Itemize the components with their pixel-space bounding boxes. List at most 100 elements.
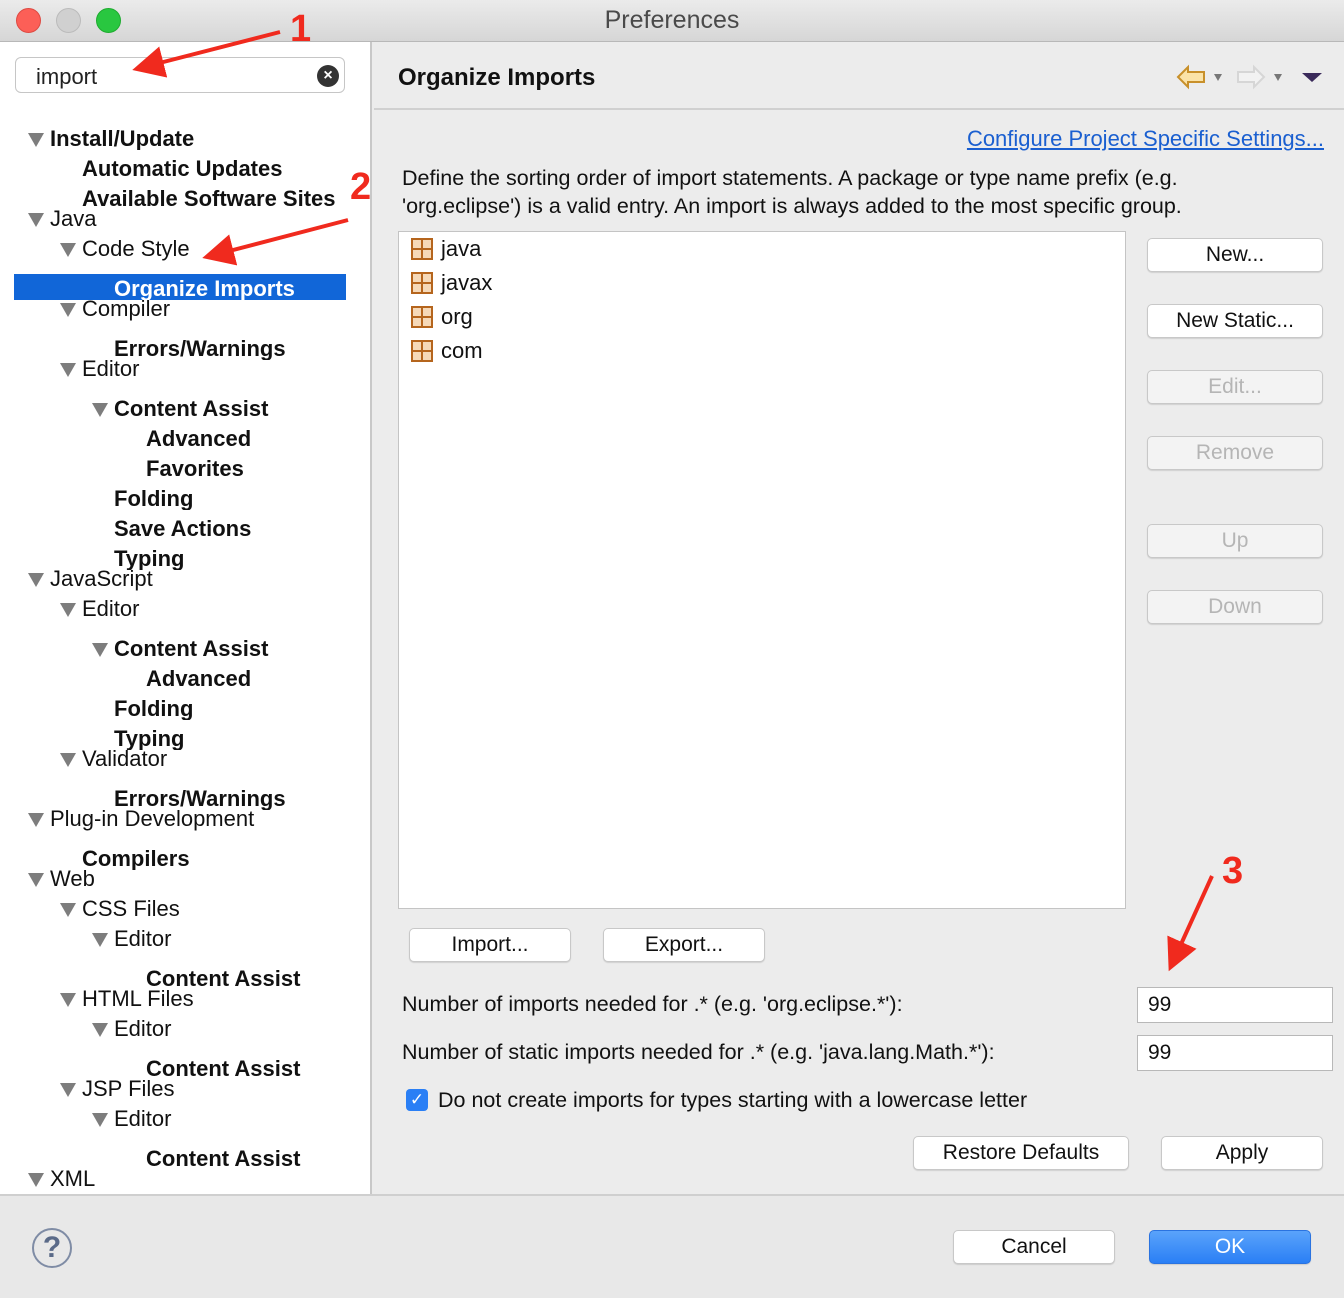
dialog-footer: ? Cancel OK [0, 1194, 1344, 1298]
expand-triangle-icon[interactable] [60, 753, 76, 767]
expand-triangle-icon[interactable] [60, 993, 76, 1007]
tree-item[interactable]: JSP Files [0, 1074, 370, 1104]
edit-button[interactable]: Edit... [1147, 370, 1323, 404]
tree-item[interactable]: Favorites [0, 454, 370, 480]
tree-item[interactable]: Validator [0, 744, 370, 774]
view-menu-icon[interactable] [1302, 73, 1322, 82]
restore-defaults-button[interactable]: Restore Defaults [913, 1136, 1129, 1170]
import-group-item[interactable]: com [411, 336, 483, 366]
window-title: Preferences [604, 6, 740, 34]
expand-triangle-icon[interactable] [28, 873, 44, 887]
expand-triangle-icon[interactable] [60, 363, 76, 377]
tree-item[interactable]: Web [0, 864, 370, 894]
tree-item[interactable]: Content Assist [0, 394, 370, 420]
tree-item-label: Automatic Updates [82, 156, 283, 180]
tree-item-label: Code Style [82, 236, 190, 261]
import-group-item[interactable]: javax [411, 268, 492, 298]
tree-item[interactable]: Code Style [0, 234, 370, 264]
expand-triangle-icon[interactable] [92, 1113, 108, 1127]
expand-triangle-icon[interactable] [28, 213, 44, 227]
tree-item[interactable]: Folding [0, 694, 370, 720]
tree-item-label: Editor [82, 596, 140, 621]
title-bar: Preferences [0, 0, 1344, 42]
lowercase-label[interactable]: Do not create imports for types starting… [438, 1088, 1027, 1113]
import-group-item[interactable]: org [411, 302, 473, 332]
tree-item-label: Favorites [146, 456, 244, 480]
tree-item[interactable]: CSS Files [0, 894, 370, 924]
export-button[interactable]: Export... [603, 928, 765, 962]
tree-item-label: Content Assist [114, 396, 269, 420]
forward-dropdown-icon[interactable] [1274, 74, 1282, 81]
tree-item[interactable]: Compiler [0, 294, 370, 324]
tree-item[interactable]: Editor [0, 1104, 370, 1134]
tree-item[interactable]: Editor [0, 924, 370, 954]
lowercase-checkbox[interactable]: ✓ [406, 1089, 428, 1111]
page-header: Organize Imports [374, 42, 1344, 110]
annotation-label-1: 1 [290, 8, 312, 50]
imports-threshold-input[interactable]: 99 [1137, 987, 1333, 1023]
package-icon [411, 272, 433, 294]
annotation-label-3: 3 [1222, 850, 1244, 892]
expand-triangle-icon[interactable] [92, 403, 108, 417]
expand-triangle-icon[interactable] [60, 903, 76, 917]
down-button[interactable]: Down [1147, 590, 1323, 624]
up-button[interactable]: Up [1147, 524, 1323, 558]
tree-item[interactable]: JavaScript [0, 564, 370, 594]
configure-project-settings-link[interactable]: Configure Project Specific Settings... [967, 126, 1324, 152]
tree-item[interactable]: Editor [0, 1014, 370, 1044]
clear-search-icon[interactable]: × [317, 65, 339, 87]
tree-item-label: Validator [82, 746, 168, 771]
tree-item[interactable]: Save Actions [0, 514, 370, 540]
expand-triangle-icon[interactable] [60, 243, 76, 257]
expand-triangle-icon[interactable] [28, 573, 44, 587]
preferences-sidebar: import × Install/Update Automatic Updates… [0, 42, 372, 1194]
expand-triangle-icon[interactable] [92, 1023, 108, 1037]
expand-triangle-icon[interactable] [92, 933, 108, 947]
tree-item[interactable]: Advanced [0, 424, 370, 450]
filter-input[interactable]: import × [15, 57, 345, 93]
tree-item[interactable]: Editor [0, 354, 370, 384]
apply-button[interactable]: Apply [1161, 1136, 1323, 1170]
new-button[interactable]: New... [1147, 238, 1323, 272]
tree-item-label: Editor [82, 356, 140, 381]
tree-item[interactable]: HTML Files [0, 984, 370, 1014]
static-imports-threshold-input[interactable]: 99 [1137, 1035, 1333, 1071]
cancel-button[interactable]: Cancel [953, 1230, 1115, 1264]
back-dropdown-icon[interactable] [1214, 74, 1222, 81]
tree-item[interactable]: Automatic Updates [0, 154, 370, 180]
ok-button[interactable]: OK [1149, 1230, 1311, 1264]
tree-item-label: Java [50, 206, 97, 231]
expand-triangle-icon[interactable] [60, 1083, 76, 1097]
expand-triangle-icon[interactable] [28, 1173, 44, 1187]
import-group-label: javax [441, 270, 493, 295]
import-group-label: org [441, 304, 473, 329]
expand-triangle-icon[interactable] [92, 643, 108, 657]
tree-item[interactable]: Java [0, 204, 370, 234]
help-icon[interactable]: ? [32, 1228, 72, 1268]
tree-item[interactable]: Content Assist [0, 634, 370, 660]
annotation-label-2: 2 [350, 166, 372, 208]
preference-page: Organize Imports Configure Project Speci… [374, 42, 1344, 1194]
tree-item[interactable]: Install/Update [0, 124, 370, 150]
forward-arrow-icon[interactable] [1237, 64, 1266, 90]
tree-item-label: Advanced [146, 426, 252, 450]
expand-triangle-icon[interactable] [60, 603, 76, 617]
expand-triangle-icon[interactable] [60, 303, 76, 317]
back-arrow-icon[interactable] [1176, 64, 1205, 90]
tree-item-label: Advanced [146, 666, 252, 690]
tree-item-label: Plug-in Development [50, 806, 255, 831]
new-static-button[interactable]: New Static... [1147, 304, 1323, 338]
remove-button[interactable]: Remove [1147, 436, 1323, 470]
tree-item[interactable]: Plug-in Development [0, 804, 370, 834]
tree-item[interactable]: Folding [0, 484, 370, 510]
import-group-item[interactable]: java [411, 234, 481, 264]
tree-item[interactable]: Advanced [0, 664, 370, 690]
import-button[interactable]: Import... [409, 928, 571, 962]
tree-item[interactable]: Editor [0, 594, 370, 624]
import-order-list[interactable]: java javax org com [398, 231, 1126, 909]
filter-value: import [36, 64, 98, 89]
import-group-label: com [441, 338, 483, 363]
expand-triangle-icon[interactable] [28, 133, 44, 147]
tree-item-label: Folding [114, 696, 194, 720]
expand-triangle-icon[interactable] [28, 813, 44, 827]
